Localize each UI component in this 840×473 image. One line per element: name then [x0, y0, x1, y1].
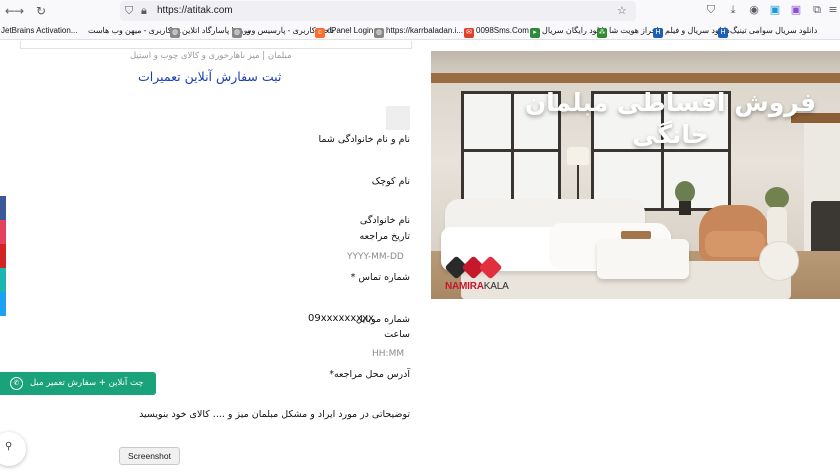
film-icon: ▸ [530, 28, 540, 38]
namira-kala-logo: NAMIRAKALA [444, 255, 515, 295]
bookmark-item[interactable]: ⁂ احراز هویت شا [597, 24, 659, 38]
cpanel-icon: c [315, 28, 325, 38]
date-label: تاریخ مراجعه [359, 231, 410, 242]
accessibility-icon: ⚲ [5, 441, 13, 452]
banner-headline: فروش اقساطی مبلمان خانگی [524, 88, 817, 149]
hero-banner[interactable]: فروش اقساطی مبلمان خانگی NAMIRAKALA [431, 51, 840, 299]
extensions-puzzle-icon[interactable]: ⧉ [810, 3, 824, 17]
top-search-box[interactable] [20, 41, 412, 49]
extension-icon[interactable]: ▣ [789, 3, 803, 17]
browser-toolbar: ← → ↻ ⛉ 🔒︎ https://atitak.com ☆ ⛉ ⤓ ◉ ▣ … [0, 0, 840, 22]
globe-icon: ◍ [170, 28, 180, 38]
shield-icon[interactable]: ⛉ [125, 3, 133, 19]
sms-icon: ✉ [464, 28, 474, 38]
whatsapp-icon: ✆ [10, 377, 23, 390]
bookmark-item[interactable]: JetBrains Activation... [1, 24, 77, 38]
instagram-icon[interactable] [0, 220, 6, 244]
globe-icon: ◍ [374, 28, 384, 38]
network-icon: ⁂ [597, 28, 607, 38]
first-name-label: نام کوچک [371, 176, 410, 187]
bookmark-item[interactable]: ▸ دانلود رایگان سریال [530, 24, 607, 38]
tray [621, 231, 651, 239]
ottoman [597, 239, 689, 279]
web-page: مبلمان | میز ناهارخوری و کالای چوب و است… [0, 41, 840, 473]
globe-icon: ◍ [232, 28, 242, 38]
twitter-icon[interactable] [0, 292, 6, 316]
mobile-input[interactable]: 09xxxxxxxxx [308, 313, 374, 324]
telegram-icon[interactable] [0, 268, 6, 292]
date-input[interactable]: YYYY-MM-DD [347, 252, 404, 262]
plant [765, 187, 789, 209]
bookmark-item[interactable]: c cPanel Login [315, 24, 373, 38]
bookmarks-bar: JetBrains Activation... ـه کاربری - میهن… [0, 22, 840, 40]
url-bar[interactable]: ⛉ 🔒︎ https://atitak.com ☆ [120, 1, 636, 21]
menu-icon[interactable]: ≡ [826, 3, 840, 17]
banner-beam [431, 73, 840, 83]
time-input[interactable]: HH:MM [372, 349, 404, 359]
pinterest-icon[interactable] [0, 244, 6, 268]
armchair-seat [705, 231, 765, 257]
bookmark-item[interactable]: ◍ https://karrbaladan.i... [374, 24, 463, 38]
plant [675, 181, 695, 203]
h-icon: H [718, 28, 728, 38]
description-label: توضیحاتی در مورد ایراد و مشکل مبلمان میز… [139, 409, 410, 420]
lock-icon[interactable]: 🔒︎ [141, 3, 147, 19]
image-placeholder [386, 106, 410, 130]
download-icon[interactable]: ⤓ [726, 3, 740, 17]
bookmark-item[interactable]: ـه کاربری - میهن وب هاست [88, 24, 181, 38]
round-stool [759, 241, 799, 281]
breadcrumb: مبلمان | میز ناهارخوری و کالای چوب و است… [130, 51, 292, 61]
bookmark-item[interactable]: ✉ 0098Sms.Com [464, 24, 529, 38]
accessibility-button[interactable]: ⚲ [0, 432, 26, 466]
reload-icon[interactable]: ↻ [33, 3, 49, 19]
whatsapp-chat-button[interactable]: ✆ چت آنلاین + سفارش تعمیر مبل [0, 372, 156, 395]
h-icon: H [653, 28, 663, 38]
form-title: ثبت سفارش آنلاین تعمیرات [138, 69, 282, 84]
extension-icon[interactable]: ▣ [768, 3, 782, 17]
facebook-icon[interactable] [0, 196, 6, 220]
full-name-label: نام و نام خانوادگی شما [318, 134, 410, 145]
bookmark-star-icon[interactable]: ☆ [617, 3, 627, 19]
url-text[interactable]: https://atitak.com [157, 4, 233, 18]
logo-text: NAMIRAKALA [445, 281, 509, 292]
address-label: آدرس محل مراجعه* [329, 369, 410, 380]
pocket-icon[interactable]: ⛉ [704, 3, 718, 17]
last-name-label: نام خانوادگی [359, 215, 410, 226]
logo-diamond [478, 255, 503, 280]
screenshot-tooltip: Screenshot [119, 447, 180, 465]
plant-pot [679, 201, 691, 215]
bookmark-item[interactable]: H دانلود سریال سوامی تینیگ [718, 24, 817, 38]
time-label: ساعت [384, 329, 410, 340]
arrow-right-icon[interactable]: → [11, 3, 27, 19]
contact-label: شماره تماس * [350, 272, 410, 283]
account-icon[interactable]: ◉ [747, 3, 761, 17]
